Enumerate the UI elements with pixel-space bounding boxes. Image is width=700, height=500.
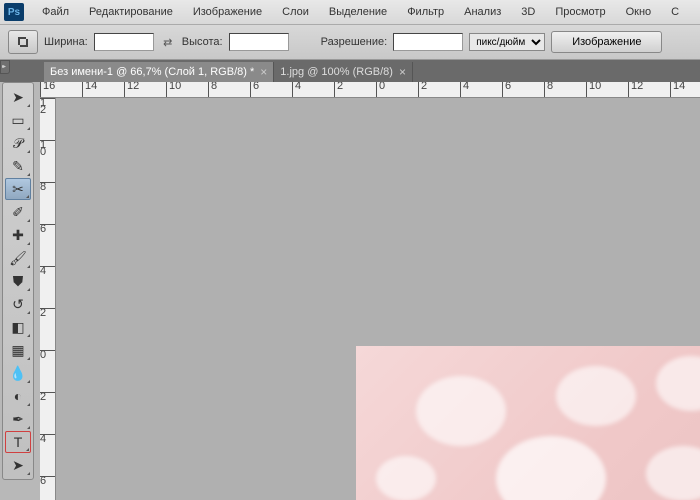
ruler-tick: 2: [334, 82, 343, 98]
lasso-tool[interactable]: 𝒫: [5, 132, 31, 154]
ruler-tick: 10: [40, 140, 56, 156]
ruler-tick: 4: [292, 82, 301, 98]
expand-panel-icon[interactable]: [0, 60, 10, 74]
ruler-tick: 6: [502, 82, 511, 98]
ruler-tick: 12: [40, 98, 56, 114]
ruler-tick: 2: [418, 82, 427, 98]
resolution-label: Разрешение:: [321, 36, 388, 48]
ruler-tick: 4: [40, 434, 56, 443]
move-tool[interactable]: ➤: [5, 86, 31, 108]
menu-с[interactable]: С: [661, 2, 689, 22]
tool-preset-picker[interactable]: [8, 30, 38, 54]
brush-tool[interactable]: 🖌: [5, 247, 31, 269]
ruler-tick: 16: [40, 82, 55, 98]
menu-bar: Ps ФайлРедактированиеИзображениеСлоиВыде…: [0, 0, 700, 25]
menu-анализ[interactable]: Анализ: [454, 2, 511, 22]
menu-редактирование[interactable]: Редактирование: [79, 2, 183, 22]
ruler-tick: 4: [40, 266, 56, 275]
app-logo: Ps: [4, 3, 24, 21]
healing-tool[interactable]: ✚: [5, 224, 31, 246]
toolbox: ➤▭𝒫✎✂✐✚🖌⛊↺◧▦💧◐✒T➤: [2, 82, 34, 480]
image-button[interactable]: Изображение: [551, 31, 662, 53]
tab-label: Без имени-1 @ 66,7% (Слой 1, RGB/8) *: [50, 66, 254, 78]
ruler-tick: 2: [40, 392, 56, 401]
document-tab[interactable]: Без имени-1 @ 66,7% (Слой 1, RGB/8) * ×: [44, 62, 274, 82]
gradient-tool[interactable]: ▦: [5, 339, 31, 361]
ruler-tick: 0: [40, 350, 56, 359]
ruler-tick: 12: [124, 82, 139, 98]
units-select[interactable]: пикс/дюйм: [469, 33, 545, 51]
menu-окно[interactable]: Окно: [616, 2, 662, 22]
ruler-tick: 6: [40, 224, 56, 233]
menu-слои[interactable]: Слои: [272, 2, 319, 22]
document-tab-bar: Без имени-1 @ 66,7% (Слой 1, RGB/8) *×1.…: [0, 60, 700, 82]
swap-icon[interactable]: ⇄: [160, 34, 176, 50]
quick-select-tool[interactable]: ✎: [5, 155, 31, 177]
menu-выделение[interactable]: Выделение: [319, 2, 397, 22]
menu-3d[interactable]: 3D: [511, 2, 545, 22]
resolution-input[interactable]: [393, 33, 463, 51]
marquee-tool[interactable]: ▭: [5, 109, 31, 131]
ruler-tick: 0: [376, 82, 385, 98]
ruler-tick: 12: [628, 82, 643, 98]
horizontal-ruler: 1614121086420246810121416: [40, 82, 700, 98]
type-tool[interactable]: T: [5, 431, 31, 453]
tab-label: 1.jpg @ 100% (RGB/8): [280, 66, 393, 78]
ruler-tick: 4: [460, 82, 469, 98]
blur-tool[interactable]: 💧: [5, 362, 31, 384]
ruler-tick: 10: [166, 82, 181, 98]
width-label: Ширина:: [44, 36, 88, 48]
options-bar: Ширина: ⇄ Высота: Разрешение: пикс/дюйм …: [0, 25, 700, 60]
eraser-tool[interactable]: ◧: [5, 316, 31, 338]
vertical-ruler: 12 10 8 6 4 2 0 2 4 6: [40, 98, 56, 500]
ruler-tick: 8: [208, 82, 217, 98]
close-icon[interactable]: ×: [260, 65, 267, 79]
history-brush-tool[interactable]: ↺: [5, 293, 31, 315]
ruler-tick: 6: [250, 82, 259, 98]
ruler-tick: 6: [40, 476, 56, 485]
ruler-tick: 8: [40, 182, 56, 191]
canvas-area[interactable]: [56, 98, 700, 500]
path-select-tool[interactable]: ➤: [5, 454, 31, 476]
document-image[interactable]: [356, 346, 700, 500]
ruler-tick: 8: [544, 82, 553, 98]
stamp-tool[interactable]: ⛊: [5, 270, 31, 292]
pen-tool[interactable]: ✒: [5, 408, 31, 430]
height-input[interactable]: [229, 33, 289, 51]
eyedropper-tool[interactable]: ✐: [5, 201, 31, 223]
menu-фильтр[interactable]: Фильтр: [397, 2, 454, 22]
menu-просмотр[interactable]: Просмотр: [545, 2, 615, 22]
crop-tool[interactable]: ✂: [5, 178, 31, 200]
ruler-tick: 10: [586, 82, 601, 98]
ruler-tick: 14: [82, 82, 97, 98]
document-tab[interactable]: 1.jpg @ 100% (RGB/8) ×: [274, 62, 413, 82]
height-label: Высота:: [182, 36, 223, 48]
close-icon[interactable]: ×: [399, 65, 406, 79]
menu-изображение[interactable]: Изображение: [183, 2, 272, 22]
ruler-tick: 14: [670, 82, 685, 98]
ruler-tick: 2: [40, 308, 56, 317]
dodge-tool[interactable]: ◐: [5, 385, 31, 407]
menu-файл[interactable]: Файл: [32, 2, 79, 22]
width-input[interactable]: [94, 33, 154, 51]
